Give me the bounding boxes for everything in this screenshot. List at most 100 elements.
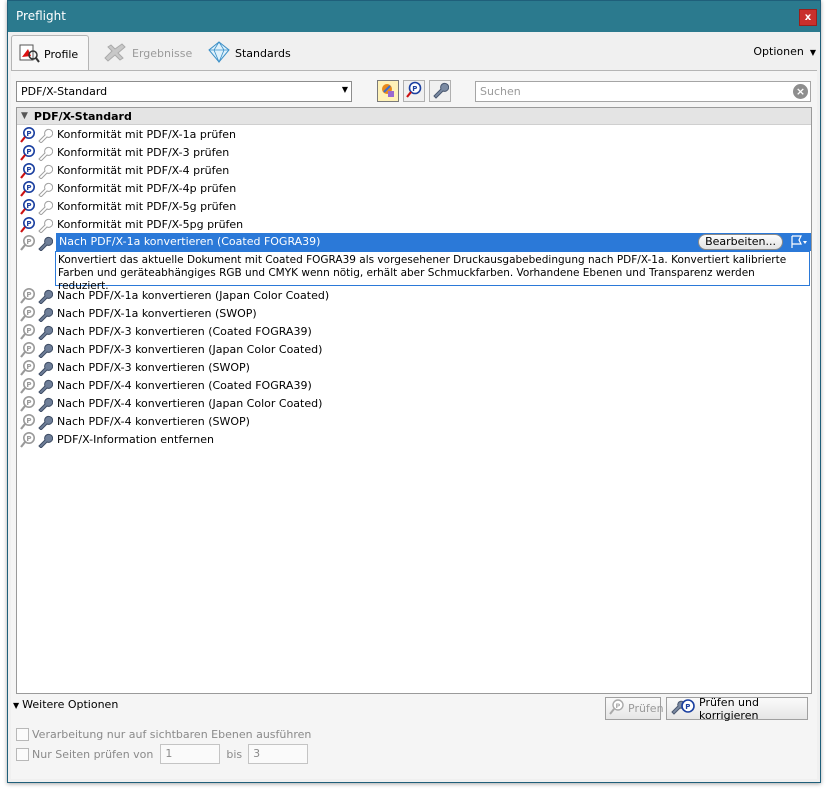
- search-input[interactable]: Suchen ×: [475, 81, 811, 102]
- magnifier-p-icon: P: [19, 144, 36, 161]
- show-all-profiles-button[interactable]: [377, 80, 399, 102]
- flag-menu-icon[interactable]: [788, 234, 810, 250]
- preflight-window: Preflight x Profile Ergebnisse Standards…: [7, 0, 821, 783]
- svg-text:P: P: [26, 238, 31, 246]
- magnifier-p-icon-gray: P: [19, 395, 36, 412]
- wrench-icon: [36, 323, 53, 340]
- svg-text:P: P: [26, 345, 31, 353]
- svg-text:P: P: [26, 202, 31, 210]
- title-bar[interactable]: Preflight x: [8, 1, 820, 32]
- magnifier-p-icon: P: [19, 216, 36, 233]
- group-header[interactable]: ▼ PDF/X-Standard: [17, 108, 811, 125]
- profile-label: Nach PDF/X-4 konvertieren (Japan Color C…: [57, 396, 323, 410]
- magnifier-p-icon-gray: P: [19, 359, 36, 376]
- profile-row[interactable]: P Nach PDF/X-4 konvertieren (Coated FOGRA…: [17, 376, 811, 394]
- profile-row[interactable]: P Nach PDF/X-3 konvertieren (Coated FOGRA…: [17, 322, 811, 340]
- tab-label: Standards: [235, 46, 291, 60]
- visible-layers-checkbox[interactable]: [16, 728, 29, 741]
- profile-row[interactable]: P Nach PDF/X-4 konvertieren (SWOP): [17, 412, 811, 430]
- profile-row[interactable]: P Konformität mit PDF/X-3 prüfen: [17, 143, 811, 161]
- magnifier-p-icon-gray: P: [19, 305, 36, 322]
- wrench-icon: [36, 359, 53, 376]
- clear-search-icon[interactable]: ×: [793, 84, 808, 99]
- fixup-profile-rows: P Nach PDF/X-1a konvertieren (Japan Color…: [17, 286, 811, 448]
- profile-label: Nach PDF/X-4 konvertieren (Coated FOGRA3…: [57, 378, 312, 392]
- check-profile-rows: P Konformität mit PDF/X-1a prüfen P Konform…: [17, 125, 811, 233]
- magnifier-p-icon-gray: P: [19, 413, 36, 430]
- profile-row[interactable]: P Nach PDF/X-3 konvertieren (SWOP): [17, 358, 811, 376]
- wrench-outline-icon: [36, 216, 53, 233]
- page-to-field[interactable]: 3: [248, 744, 309, 764]
- wrench-icon: [36, 305, 53, 322]
- fixup-profiles-filter-button[interactable]: [429, 80, 451, 102]
- search-placeholder: Suchen: [480, 85, 521, 98]
- profile-row[interactable]: P PDF/X-Information entfernen: [17, 430, 811, 448]
- profile-label: Konformität mit PDF/X-4 prüfen: [57, 163, 230, 177]
- tab-standards[interactable]: Standards: [201, 35, 291, 71]
- svg-text:P: P: [26, 130, 31, 138]
- profile-icon: [18, 43, 40, 66]
- tab-ergebnisse[interactable]: Ergebnisse: [96, 35, 196, 71]
- profile-row[interactable]: P Nach PDF/X-1a konvertieren (Japan Color…: [17, 286, 811, 304]
- page-from-field[interactable]: 1: [160, 744, 221, 764]
- profile-filter-icon: [379, 81, 397, 102]
- profile-row[interactable]: P Konformität mit PDF/X-1a prüfen: [17, 125, 811, 143]
- svg-text:P: P: [26, 417, 31, 425]
- check-fix-icon: P: [670, 698, 696, 719]
- profile-label: PDF/X-Information entfernen: [57, 432, 214, 446]
- wrench-outline-icon: [36, 162, 53, 179]
- wrench-outline-icon: [36, 180, 53, 197]
- collapse-triangle-icon[interactable]: ▼: [21, 111, 28, 121]
- profile-row[interactable]: P Nach PDF/X-1a konvertieren (SWOP): [17, 304, 811, 322]
- check-fix-button-label: Prüfen und korrigieren: [699, 695, 759, 722]
- profile-row[interactable]: P Nach PDF/X-3 konvertieren (Japan Color …: [17, 340, 811, 358]
- edit-button[interactable]: Bearbeiten...: [698, 234, 783, 250]
- bottom-area: ▼ Weitere Optionen P Prüfen P Prüfen und…: [11, 694, 817, 779]
- magnifier-p-icon-gray: P: [19, 287, 36, 304]
- check-profiles-filter-button[interactable]: P: [403, 80, 425, 102]
- profile-select[interactable]: PDF/X-Standard ▼: [16, 81, 352, 102]
- profile-row[interactable]: P Konformität mit PDF/X-4 prüfen: [17, 161, 811, 179]
- magnifier-p-icon-gray: P: [19, 377, 36, 394]
- svg-text:P: P: [26, 363, 31, 371]
- options-label: Optionen: [753, 45, 804, 58]
- check-button[interactable]: P Prüfen: [605, 697, 664, 720]
- group-header-label: PDF/X-Standard: [33, 109, 132, 123]
- svg-text:P: P: [685, 703, 690, 711]
- page-range-checkbox[interactable]: [16, 747, 29, 761]
- svg-text:P: P: [26, 435, 31, 443]
- profile-label: Konformität mit PDF/X-1a prüfen: [57, 127, 236, 141]
- more-options-label: Weitere Optionen: [22, 698, 119, 711]
- check-and-fix-button[interactable]: P Prüfen und korrigieren: [666, 695, 808, 722]
- svg-text:P: P: [26, 327, 31, 335]
- svg-text:P: P: [26, 399, 31, 407]
- tab-label: Ergebnisse: [132, 46, 193, 60]
- profile-row[interactable]: P Konformität mit PDF/X-5g prüfen: [17, 197, 811, 215]
- check-button-label: Prüfen: [628, 702, 664, 715]
- profile-label: Nach PDF/X-3 konvertieren (Coated FOGRA3…: [57, 324, 312, 338]
- options-menu[interactable]: Optionen ▼: [753, 45, 816, 58]
- profile-label: Konformität mit PDF/X-5g prüfen: [57, 199, 237, 213]
- magnifier-p-icon-gray: P: [19, 323, 36, 340]
- close-button[interactable]: x: [799, 9, 817, 26]
- profile-list: ▼ PDF/X-Standard P Konformität mit PDF/X-…: [16, 107, 812, 694]
- more-options-toggle[interactable]: ▼ Weitere Optionen: [13, 698, 118, 711]
- wrench-outline-icon: [36, 144, 53, 161]
- collapse-triangle-icon: ▼: [13, 701, 20, 710]
- chevron-down-icon: ▼: [809, 48, 816, 57]
- visible-layers-option[interactable]: Verarbeitung nur auf sichtbaren Ebenen a…: [16, 728, 311, 741]
- selected-profile-row[interactable]: P Nach PDF/X-1a konvertieren (Coated FOG…: [17, 233, 811, 251]
- wrench-icon: [36, 377, 53, 394]
- profile-row[interactable]: P Konformität mit PDF/X-5pg prüfen: [17, 215, 811, 233]
- profile-label: Nach PDF/X-3 konvertieren (SWOP): [57, 360, 250, 374]
- svg-text:P: P: [26, 184, 31, 192]
- profile-row[interactable]: P Nach PDF/X-4 konvertieren (Japan Color …: [17, 394, 811, 412]
- tab-profile[interactable]: Profile: [11, 35, 89, 72]
- wrench-icon: [36, 341, 53, 358]
- wrench-icon: [36, 234, 53, 251]
- svg-text:P: P: [26, 220, 31, 228]
- profile-row[interactable]: P Konformität mit PDF/X-4p prüfen: [17, 179, 811, 197]
- toolbar: PDF/X-Standard ▼ P Suchen ×: [11, 71, 817, 107]
- bis-label: bis: [226, 747, 243, 761]
- wrench-icon: [36, 287, 53, 304]
